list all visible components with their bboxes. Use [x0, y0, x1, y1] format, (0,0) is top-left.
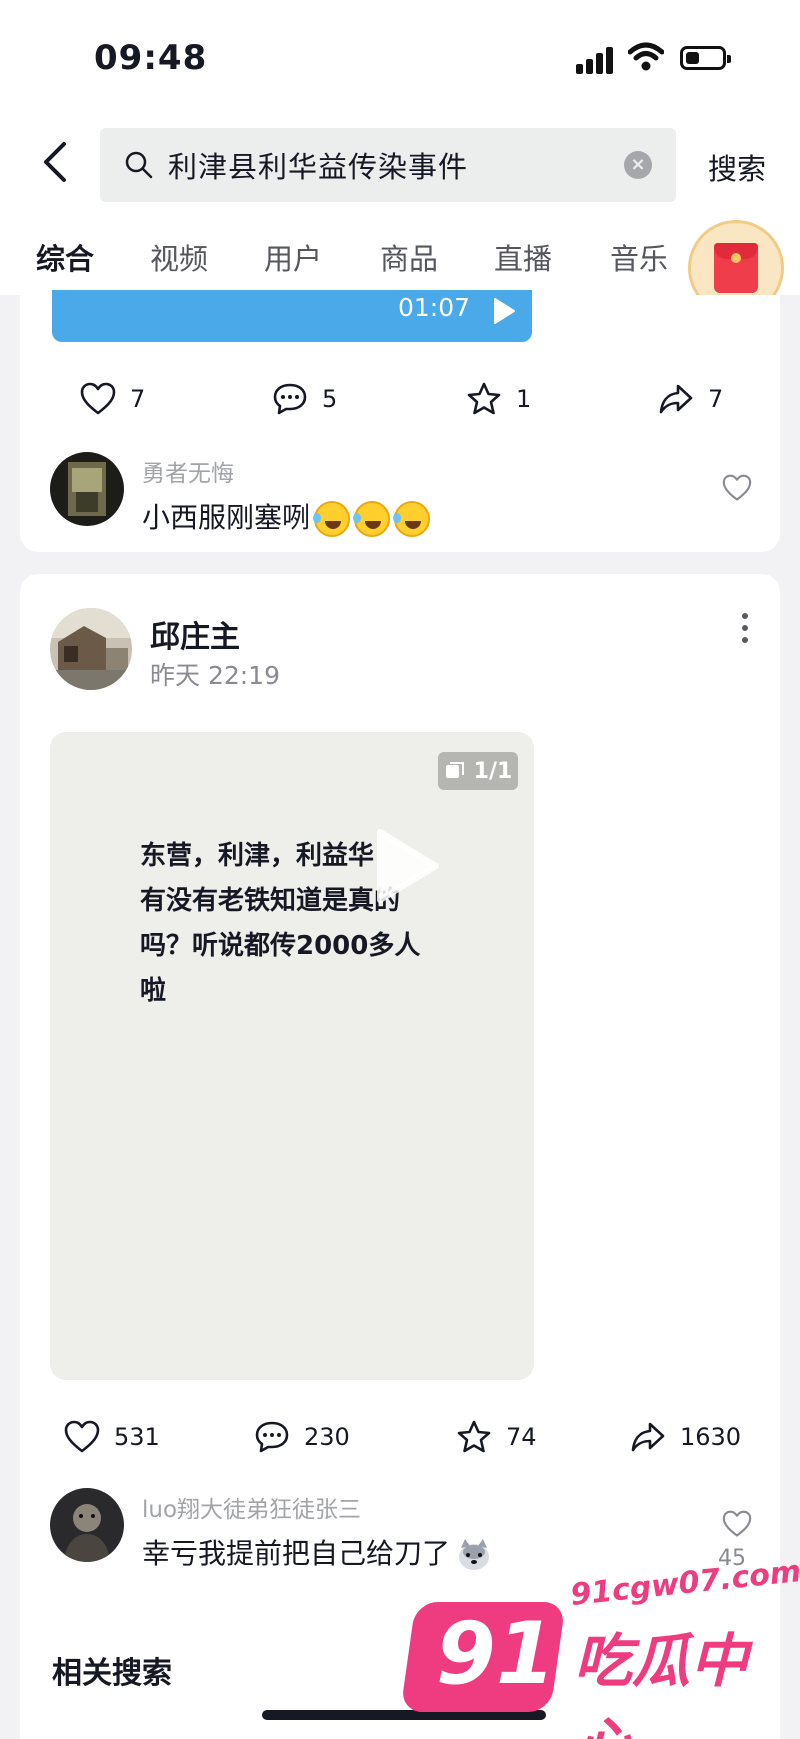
- author-name[interactable]: 邱庄主: [150, 612, 240, 656]
- avatar[interactable]: [50, 1488, 124, 1562]
- laughing-emoji-icon: [313, 501, 351, 537]
- laughing-emoji-icon: [353, 501, 391, 537]
- like-count: 531: [114, 1423, 160, 1451]
- search-button[interactable]: 搜索: [708, 146, 766, 188]
- watermark-number: 91: [436, 1604, 556, 1704]
- comment-text: 小西服刚塞咧: [142, 496, 431, 537]
- favorite-count: 74: [506, 1423, 537, 1451]
- tab-comprehensive[interactable]: 综合: [36, 236, 94, 278]
- post-media[interactable]: [50, 732, 534, 1380]
- cellular-signal-icon: [576, 46, 616, 74]
- like-button[interactable]: 531: [64, 1420, 160, 1454]
- battery-icon: [680, 46, 731, 70]
- related-searches-title: 相关搜索: [52, 1656, 172, 1691]
- gallery-icon: [445, 762, 464, 778]
- tab-live[interactable]: 直播: [494, 236, 552, 278]
- favorite-count: 1: [516, 385, 532, 413]
- author-avatar[interactable]: [50, 608, 132, 690]
- comment-like-icon[interactable]: [722, 474, 752, 502]
- avatar[interactable]: [50, 452, 124, 526]
- tab-products[interactable]: 商品: [380, 236, 438, 278]
- comment-button[interactable]: 230: [254, 1420, 350, 1454]
- play-icon: [494, 298, 515, 324]
- tab-music[interactable]: 音乐: [610, 236, 668, 278]
- search-query[interactable]: 利津县利华益传染事件: [168, 144, 468, 186]
- watermark-name: 吃瓜中心: [574, 1627, 749, 1739]
- video-duration: 01:07: [398, 293, 471, 322]
- post-time: 昨天 22:19: [150, 661, 280, 690]
- dog-emoji-icon: [456, 1538, 492, 1572]
- comment-count: 5: [322, 385, 338, 413]
- tab-video[interactable]: 视频: [150, 236, 208, 278]
- heart-icon: [80, 382, 116, 415]
- favorite-button[interactable]: 1: [466, 382, 531, 416]
- comment-text: 幸亏我提前把自己给刀了: [142, 1532, 492, 1572]
- tab-users[interactable]: 用户: [264, 236, 322, 278]
- search-icon: [125, 151, 153, 179]
- favorite-button[interactable]: 74: [456, 1420, 537, 1454]
- laughing-emoji-icon: [393, 501, 431, 537]
- back-arrow-icon[interactable]: [40, 140, 70, 184]
- comment-icon: [255, 1421, 289, 1453]
- comment-author[interactable]: luo翔大徒弟狂徒张三: [142, 1490, 361, 1524]
- more-options-icon[interactable]: [740, 612, 750, 644]
- wifi-icon: [628, 42, 664, 71]
- like-button[interactable]: 7: [80, 382, 145, 416]
- comment-author[interactable]: 勇者无悔: [142, 454, 234, 488]
- comment-like-icon[interactable]: [722, 1510, 752, 1538]
- share-icon: [631, 1422, 665, 1452]
- comment-count: 230: [304, 1423, 350, 1451]
- heart-icon: [64, 1420, 100, 1453]
- share-count: 7: [708, 385, 724, 413]
- star-icon: [467, 382, 501, 415]
- share-button[interactable]: 1630: [630, 1420, 741, 1454]
- comment-icon: [273, 383, 307, 415]
- page-indicator-badge: 1/1: [438, 752, 518, 790]
- share-button[interactable]: 7: [658, 382, 723, 416]
- share-count: 1630: [680, 1423, 742, 1451]
- like-count: 7: [130, 385, 146, 413]
- comment-button[interactable]: 5: [272, 382, 337, 416]
- star-icon: [457, 1420, 491, 1453]
- share-icon: [659, 384, 693, 414]
- status-time: 09:48: [94, 38, 208, 78]
- play-icon[interactable]: [372, 826, 442, 906]
- clear-icon[interactable]: ×: [624, 151, 652, 179]
